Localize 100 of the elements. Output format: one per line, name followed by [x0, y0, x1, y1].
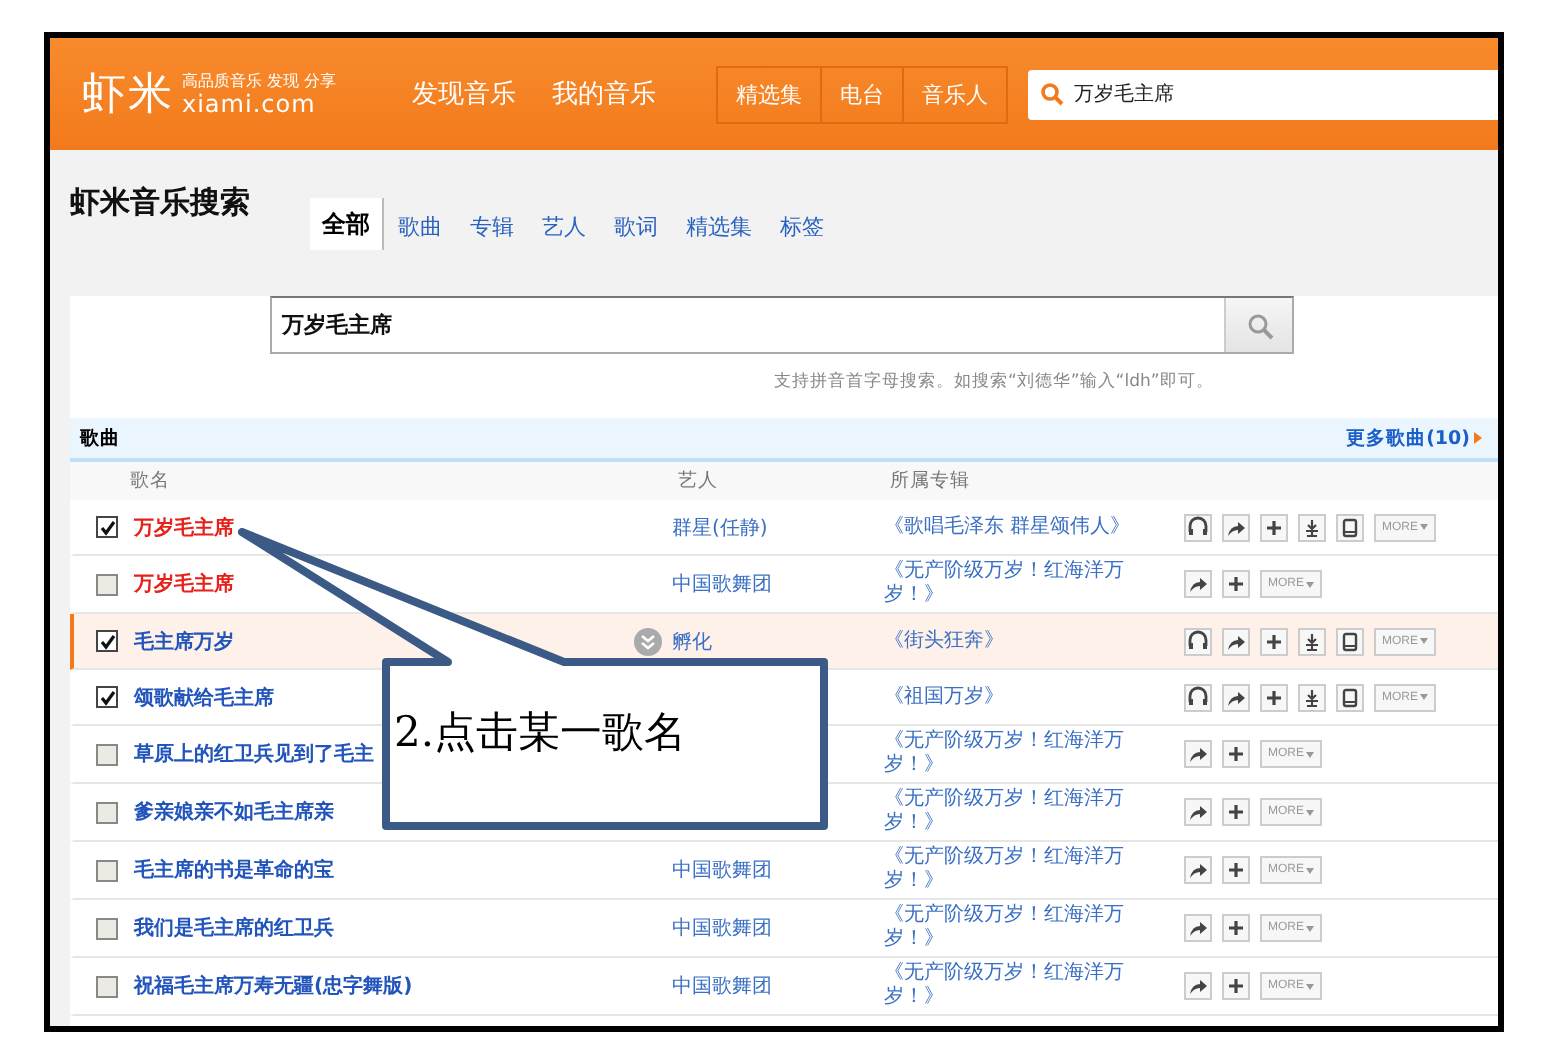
add-button[interactable] — [1260, 627, 1288, 655]
mobile-button[interactable] — [1336, 513, 1364, 541]
phone-icon — [1338, 685, 1362, 709]
listen-button[interactable] — [1184, 627, 1212, 655]
share-button[interactable] — [1222, 683, 1250, 711]
download-button[interactable] — [1298, 513, 1326, 541]
tab[interactable]: 艺人 — [528, 204, 600, 250]
album-link[interactable]: 《无产阶级万岁！红海洋万岁！》 — [884, 730, 1140, 778]
logo-slogan: 高品质音乐 发现 分享 — [182, 71, 337, 91]
arrow-icon — [1474, 432, 1482, 444]
download-icon — [1300, 629, 1324, 653]
checkbox[interactable] — [96, 859, 118, 881]
album-link[interactable]: 《祖国万岁》 — [884, 685, 1140, 709]
share-button[interactable] — [1184, 798, 1212, 826]
tab[interactable]: 全部 — [310, 198, 384, 250]
share-button[interactable] — [1184, 740, 1212, 768]
search-icon — [1245, 311, 1273, 339]
caret-icon — [1306, 751, 1314, 757]
page-title: 虾米音乐搜索 — [70, 184, 252, 222]
mobile-button[interactable] — [1336, 627, 1364, 655]
song-title-link[interactable]: 爹亲娘亲不如毛主席亲 — [134, 798, 334, 826]
search-field[interactable]: 万岁毛主席 — [270, 296, 1294, 354]
caret-icon — [1420, 638, 1428, 644]
tab[interactable]: 歌曲 — [384, 204, 456, 250]
section-title: 歌曲 — [80, 425, 120, 451]
add-button[interactable] — [1260, 683, 1288, 711]
album-link[interactable]: 《歌唱毛泽东 群星颂伟人》 — [884, 515, 1140, 539]
caret-icon — [1420, 694, 1428, 700]
logo-domain: xiami.com — [182, 91, 318, 117]
album-link[interactable]: 《街头狂奔》 — [884, 629, 1140, 653]
download-icon — [1300, 515, 1324, 539]
song-title-link[interactable]: 毛主席的书是革命的宝 — [134, 856, 334, 884]
plus-icon — [1262, 629, 1286, 653]
add-button[interactable] — [1222, 972, 1250, 1000]
listen-button[interactable] — [1184, 513, 1212, 541]
song-title-link[interactable]: 祝福毛主席万寿无疆(忠字舞版) — [134, 972, 413, 1000]
song-title-link[interactable]: 颂歌献给毛主席 — [134, 683, 274, 711]
more-songs-link[interactable]: 更多歌曲(10) — [1346, 425, 1482, 451]
add-button[interactable] — [1222, 570, 1250, 598]
checkbox[interactable] — [96, 686, 118, 708]
add-button[interactable] — [1222, 740, 1250, 768]
checkbox[interactable] — [96, 743, 118, 765]
artist-link[interactable]: 群星(任静) — [672, 517, 768, 539]
listen-button[interactable] — [1184, 683, 1212, 711]
album-link[interactable]: 《无产阶级万岁！红海洋万岁！》 — [884, 560, 1140, 608]
checkbox[interactable] — [96, 573, 118, 595]
plus-icon — [1224, 974, 1248, 998]
artist-link[interactable]: 中国歌舞团 — [672, 918, 772, 940]
search-icon — [1040, 82, 1064, 106]
share-button[interactable] — [1184, 570, 1212, 598]
artist-link[interactable]: 孵化 — [672, 631, 712, 653]
add-button[interactable] — [1260, 513, 1288, 541]
share-button[interactable] — [1184, 972, 1212, 1000]
song-title-link[interactable]: 万岁毛主席 — [134, 513, 234, 541]
caret-icon — [1306, 809, 1314, 815]
album-link[interactable]: 《无产阶级万岁！红海洋万岁！》 — [884, 846, 1140, 894]
download-button[interactable] — [1298, 683, 1326, 711]
artist-link[interactable]: 中国歌舞团 — [672, 860, 772, 882]
column-header: 所属专辑 — [890, 470, 970, 492]
plus-icon — [1224, 572, 1248, 596]
column-header: 艺人 — [678, 470, 718, 492]
album-link[interactable]: 《无产阶级万岁！红海洋万岁！》 — [884, 788, 1140, 836]
add-button[interactable] — [1222, 856, 1250, 884]
download-button[interactable] — [1298, 627, 1326, 655]
checkbox[interactable] — [96, 801, 118, 823]
album-link[interactable]: 《无产阶级万岁！红海洋万岁！》 — [884, 904, 1140, 952]
caret-icon — [1306, 867, 1314, 873]
share-arrow-icon — [1186, 800, 1210, 824]
add-button[interactable] — [1222, 914, 1250, 942]
share-arrow-icon — [1186, 742, 1210, 766]
search-button[interactable] — [1224, 298, 1292, 352]
checkbox[interactable] — [96, 516, 118, 538]
tab[interactable]: 精选集 — [672, 204, 766, 250]
add-button[interactable] — [1222, 798, 1250, 826]
song-title-link[interactable]: 万岁毛主席 — [134, 570, 234, 598]
phone-icon — [1338, 629, 1362, 653]
share-button[interactable] — [1184, 856, 1212, 884]
share-button[interactable] — [1222, 513, 1250, 541]
checkbox[interactable] — [96, 630, 118, 652]
album-link[interactable]: 《无产阶级万岁！红海洋万岁！》 — [884, 962, 1140, 1010]
mobile-button[interactable] — [1336, 683, 1364, 711]
song-title-link[interactable]: 毛主席万岁 — [134, 627, 234, 655]
phone-icon — [1338, 515, 1362, 539]
tab[interactable]: 歌词 — [600, 204, 672, 250]
artist-link[interactable]: 中国歌舞团 — [672, 574, 772, 596]
artist-link[interactable]: 中国歌舞团 — [672, 976, 772, 998]
share-button[interactable] — [1184, 914, 1212, 942]
column-header: 歌名 — [130, 470, 170, 492]
tab[interactable]: 标签 — [766, 204, 838, 250]
song-title-link[interactable]: 草原上的红卫兵见到了毛主 — [134, 740, 374, 768]
header-search-field[interactable]: 万岁毛主席 — [1028, 69, 1498, 119]
checkbox[interactable] — [96, 975, 118, 997]
plus-icon — [1262, 515, 1286, 539]
share-button[interactable] — [1222, 627, 1250, 655]
headphones-icon — [1186, 685, 1210, 709]
checkbox[interactable] — [96, 917, 118, 939]
tab[interactable]: 专辑 — [456, 204, 528, 250]
song-title-link[interactable]: 我们是毛主席的红卫兵 — [134, 914, 334, 942]
caret-icon — [1306, 925, 1314, 931]
plus-icon — [1224, 916, 1248, 940]
